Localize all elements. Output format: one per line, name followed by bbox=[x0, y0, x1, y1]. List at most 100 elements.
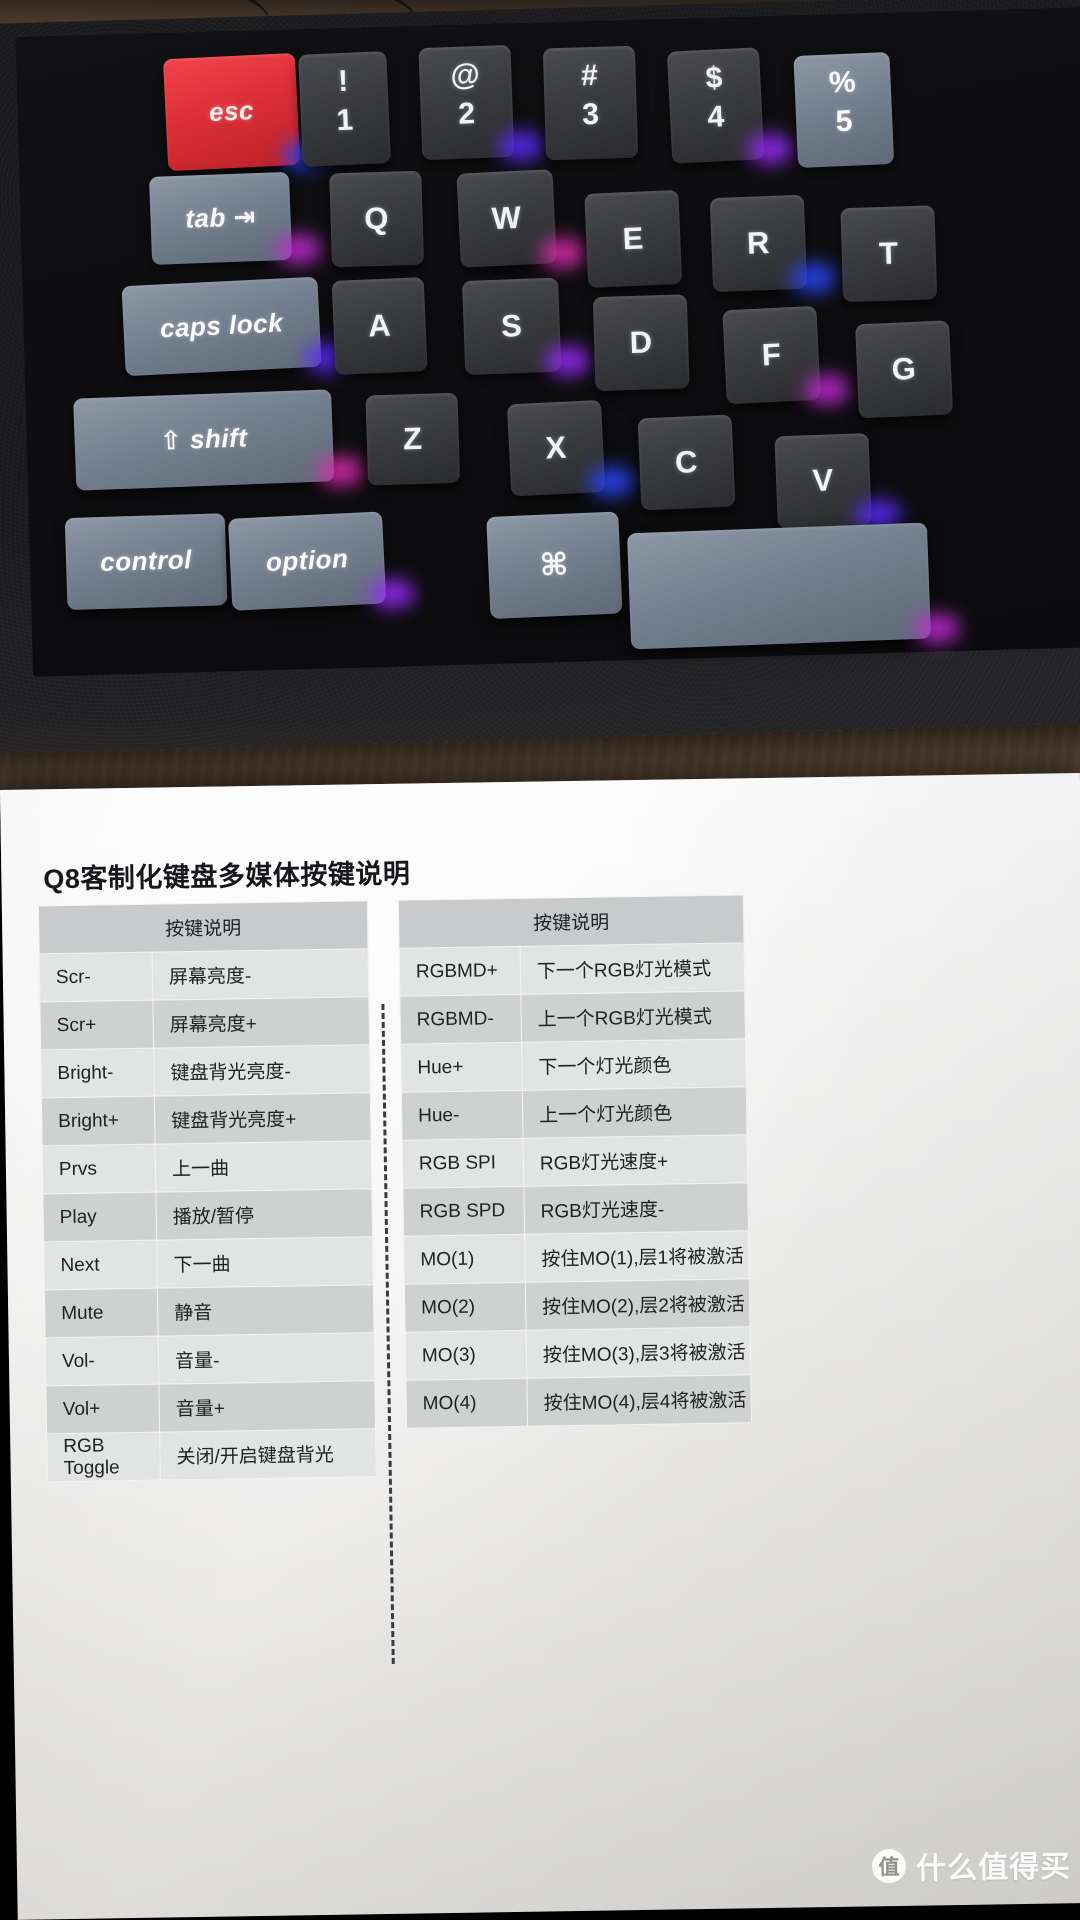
page-title: Q8客制化键盘多媒体按键说明 bbox=[43, 858, 411, 895]
table-header-row: 按键说明 bbox=[398, 894, 744, 949]
right-keymap-table: 按键说明 RGBMD+ 下一个RGB灯光模式 RGBMD- 上一个RGB灯光模式 Hue… bbox=[398, 894, 752, 1429]
keycap-c: C bbox=[637, 414, 736, 511]
key-description-cell: 音量- bbox=[158, 1332, 375, 1385]
key-name-cell: Scr+ bbox=[39, 1000, 154, 1050]
key-name-cell: MO(4) bbox=[405, 1378, 528, 1429]
table-row: Bright+ 键盘背光亮度+ bbox=[41, 1092, 372, 1146]
keycap-legend: Q bbox=[363, 200, 390, 237]
table-header-row: 按键说明 bbox=[38, 900, 369, 954]
keycap-shift: ⇧ shift bbox=[73, 389, 335, 491]
keycap-legend: ⇧ shift bbox=[159, 422, 248, 456]
keycap-legend: X bbox=[544, 429, 568, 466]
key-name-cell: RGBMD- bbox=[399, 994, 522, 1045]
table-row: Hue+ 下一个灯光颜色 bbox=[400, 1038, 747, 1093]
watermark-badge-icon: 值 bbox=[871, 1848, 907, 1884]
key-description-cell: 按住MO(3),层3将被激活 bbox=[526, 1326, 751, 1379]
table-row: RGB SPD RGB灯光速度- bbox=[402, 1182, 749, 1237]
keycap-legend: R bbox=[746, 224, 771, 261]
table-row: Vol- 音量- bbox=[45, 1332, 375, 1386]
key-name-cell: Vol+ bbox=[45, 1384, 160, 1434]
key-description-cell: 按住MO(4),层4将被激活 bbox=[526, 1374, 752, 1427]
keycap-legend: G bbox=[890, 350, 918, 387]
keycap-e: E bbox=[584, 189, 683, 288]
table-row: RGBMD+ 下一个RGB灯光模式 bbox=[399, 942, 745, 997]
key-name-cell: RGB SPI bbox=[402, 1138, 524, 1189]
left-table-body: Scr- 屏幕亮度- Scr+ 屏幕亮度+ Bright- 键盘背光亮度- Bright+ 键… bbox=[39, 948, 377, 1482]
keycap-control: control bbox=[64, 513, 228, 611]
right-table-header: 按键说明 bbox=[398, 894, 744, 949]
keycap-r: R bbox=[709, 194, 808, 293]
keycap-legend-top: # bbox=[580, 59, 599, 93]
keycap-sym: @2 bbox=[418, 44, 515, 161]
key-description-cell: 下一个灯光颜色 bbox=[521, 1038, 747, 1091]
table-row: Scr- 屏幕亮度- bbox=[39, 948, 369, 1002]
keycap-sym: ⌘ bbox=[486, 511, 623, 620]
watermark-text: 什么值得买 bbox=[915, 1850, 1072, 1886]
key-name-cell: Play bbox=[42, 1192, 157, 1242]
keycap-legend-top: $ bbox=[704, 61, 724, 96]
keycap-legend-top: ! bbox=[337, 65, 350, 99]
table-row: Next 下一曲 bbox=[43, 1236, 374, 1290]
keycap-t: T bbox=[840, 205, 938, 303]
keycap-w: W bbox=[456, 169, 557, 268]
key-description-cell: 下一个RGB灯光模式 bbox=[520, 942, 745, 995]
keycap-q: Q bbox=[329, 170, 425, 268]
key-description-cell: 播放/暂停 bbox=[155, 1188, 373, 1241]
keycap-esc: esc bbox=[162, 52, 301, 172]
key-description-cell: 静音 bbox=[157, 1284, 375, 1337]
keycap-f: F bbox=[722, 305, 821, 405]
keycap-legend: ⌘ bbox=[538, 546, 570, 583]
key-name-cell: Hue- bbox=[401, 1090, 524, 1141]
keycap-legend-bottom: 2 bbox=[457, 96, 477, 131]
keycap-legend: option bbox=[265, 543, 350, 578]
keycap-legend-bottom: 4 bbox=[706, 99, 726, 134]
key-name-cell: MO(2) bbox=[404, 1282, 527, 1333]
key-name-cell: Hue+ bbox=[400, 1042, 523, 1093]
keycap-option: option bbox=[227, 511, 387, 611]
key-name-cell: Bright- bbox=[40, 1048, 155, 1098]
key-name-cell: RGBMD+ bbox=[399, 946, 521, 997]
keycap-legend-bottom: 5 bbox=[834, 104, 854, 138]
keycap-legend-bottom: 1 bbox=[335, 103, 355, 137]
table-divider bbox=[381, 1003, 395, 1664]
keycap-legend-bottom: 3 bbox=[581, 97, 600, 131]
table-row: RGB Toggle 关闭/开启键盘背光 bbox=[46, 1428, 377, 1482]
keycap-capslock: caps lock bbox=[121, 276, 322, 377]
table-row: RGBMD- 上一个RGB灯光模式 bbox=[399, 990, 746, 1045]
key-name-cell: MO(1) bbox=[403, 1234, 526, 1285]
left-keymap-table: 按键说明 Scr- 屏幕亮度- Scr+ 屏幕亮度+ Bright- 键盘背光亮度- Bri… bbox=[38, 900, 377, 1482]
keyboard-case: esc! 1 @2 #3 $4% 5 tab ⇥ Q W E R Tcaps lock A S D F G ⇧ s… bbox=[0, 0, 1080, 755]
table-row: Play 播放/暂停 bbox=[42, 1188, 373, 1242]
table-row: Prvs 上一曲 bbox=[42, 1140, 372, 1194]
key-description-cell: 键盘背光亮度+ bbox=[154, 1092, 372, 1145]
instruction-sheet: Q8客制化键盘多媒体按键说明 按键说明 Scr- 屏幕亮度- Scr+ 屏幕亮度+ Br… bbox=[0, 773, 1080, 1920]
keycap-v: V bbox=[774, 433, 872, 529]
keycap-z: Z bbox=[365, 392, 461, 486]
keycap-legend: E bbox=[621, 220, 645, 257]
table-row: MO(2) 按住MO(2),层2将被激活 bbox=[404, 1278, 751, 1333]
keycap-legend: Z bbox=[402, 420, 424, 457]
table-row: RGB SPI RGB灯光速度+ bbox=[402, 1134, 748, 1189]
key-description-cell: 上一个RGB灯光模式 bbox=[520, 990, 746, 1043]
key-description-cell: 键盘背光亮度- bbox=[153, 1044, 371, 1097]
key-description-cell: 按住MO(1),层1将被激活 bbox=[524, 1230, 750, 1283]
key-name-cell: RGB Toggle bbox=[46, 1432, 161, 1482]
keycap-legend: D bbox=[629, 324, 654, 360]
table-row: Scr+ 屏幕亮度+ bbox=[39, 996, 370, 1050]
keycap-legend: C bbox=[674, 443, 699, 480]
key-description-cell: 上一曲 bbox=[155, 1140, 372, 1193]
keyboard-plate: esc! 1 @2 #3 $4% 5 tab ⇥ Q W E R Tcaps lock A S D F G ⇧ s… bbox=[15, 5, 1080, 677]
key-description-cell: 上一个灯光颜色 bbox=[522, 1086, 748, 1139]
keycap-legend: esc bbox=[208, 95, 255, 128]
right-table-body: RGBMD+ 下一个RGB灯光模式 RGBMD- 上一个RGB灯光模式 Hue+ 下一个灯… bbox=[399, 942, 752, 1429]
keycap-s: S bbox=[461, 277, 562, 376]
keycap-a: A bbox=[331, 277, 428, 375]
keycap-tab: tab ⇥ bbox=[148, 171, 293, 265]
key-description-cell: 屏幕亮度+ bbox=[152, 996, 370, 1049]
keycap-sym: $4 bbox=[666, 47, 765, 164]
table-row: Mute 静音 bbox=[44, 1284, 375, 1338]
keycap-spacebar bbox=[627, 522, 932, 650]
key-name-cell: Mute bbox=[44, 1288, 159, 1338]
table-row: Vol+ 音量+ bbox=[45, 1380, 376, 1434]
keycap-legend: F bbox=[760, 336, 783, 373]
